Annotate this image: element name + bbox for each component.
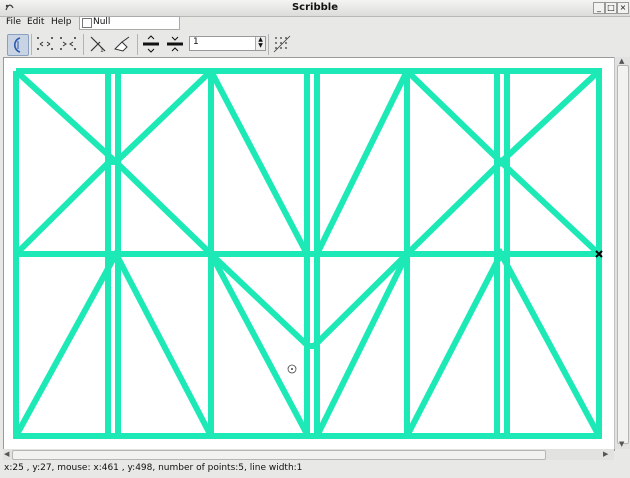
increase-width-icon[interactable]	[141, 34, 161, 54]
scribble-stroke	[314, 252, 410, 438]
menu-edit[interactable]: Edit	[27, 17, 44, 27]
null-toggle[interactable]: Null	[79, 16, 180, 30]
scribble-stroke	[13, 247, 214, 438]
grid-points-icon[interactable]	[272, 34, 292, 54]
toolbar: 1	[0, 31, 630, 58]
scribble-stroke	[498, 68, 602, 165]
close-button[interactable]: ×	[617, 2, 629, 14]
scribble-stroke	[113, 68, 214, 165]
scribble-stroke	[314, 69, 410, 256]
join-points-icon[interactable]: 1	[88, 34, 108, 54]
scroll-up-icon[interactable]: ▲	[619, 57, 624, 65]
horizontal-scrollbar[interactable]: ◀ ▶	[3, 449, 614, 460]
eraser-tool-icon[interactable]	[112, 34, 132, 54]
line-width-value: 1	[193, 37, 199, 47]
crosshair-cursor-icon	[287, 364, 297, 374]
spread-points-icon[interactable]	[35, 34, 55, 54]
vertical-scroll-thumb[interactable]	[617, 65, 629, 444]
null-checkbox[interactable]	[82, 18, 92, 28]
draw-curve-tool-icon[interactable]	[7, 34, 29, 56]
drawing-surface[interactable]	[4, 58, 614, 450]
scribble-stroke	[13, 159, 116, 257]
scribble-stroke	[404, 159, 504, 257]
menu-file[interactable]: File	[6, 17, 21, 27]
scroll-right-icon[interactable]: ▶	[603, 450, 608, 458]
null-label: Null	[93, 17, 111, 27]
vertical-scrollbar[interactable]: ▲ ▼	[614, 57, 630, 449]
line-width-spinbox[interactable]: 1 ▲ ▼	[189, 36, 266, 51]
spin-arrows-icon[interactable]: ▲ ▼	[255, 37, 265, 50]
scribble-strokes	[13, 68, 602, 439]
shrink-points-icon[interactable]	[58, 34, 78, 54]
maximize-button[interactable]: □	[605, 2, 617, 14]
drawing-canvas[interactable]	[3, 57, 615, 451]
svg-text:1: 1	[100, 47, 104, 54]
status-bar: x:25 , y:27, mouse: x:461 , y:498, numbe…	[4, 463, 303, 473]
scribble-stroke	[404, 247, 602, 438]
scroll-down-icon[interactable]: ▼	[619, 440, 624, 448]
decrease-width-icon[interactable]	[165, 34, 185, 54]
minimize-button[interactable]: _	[593, 2, 605, 14]
title-bar: Scribble _ □ ×	[0, 0, 630, 17]
horizontal-scroll-thumb[interactable]	[12, 450, 546, 460]
menu-help[interactable]: Help	[51, 17, 72, 27]
window-title: Scribble	[291, 2, 338, 13]
scribble-stroke	[208, 69, 310, 256]
scroll-left-icon[interactable]: ◀	[4, 450, 9, 458]
